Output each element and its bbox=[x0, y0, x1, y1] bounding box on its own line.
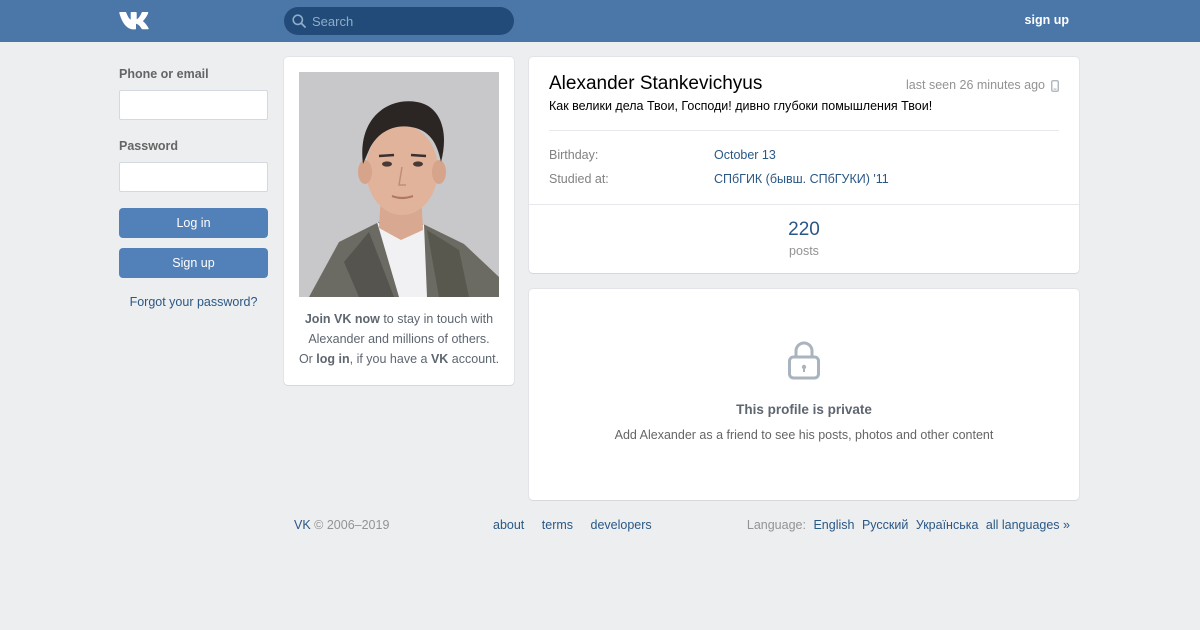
lock-icon bbox=[788, 341, 820, 380]
mobile-phone-icon bbox=[1051, 80, 1059, 92]
divider bbox=[529, 204, 1079, 205]
top-header: sign up bbox=[0, 0, 1200, 42]
birthday-value[interactable]: October 13 bbox=[714, 148, 776, 162]
if-text: , if you have a bbox=[349, 352, 431, 366]
search-box[interactable] bbox=[284, 7, 514, 35]
profile-name: Alexander Stankevichyus bbox=[549, 73, 763, 94]
copyright-text: © 2006–2019 bbox=[310, 518, 390, 532]
last-seen-text: last seen 26 minutes ago bbox=[906, 78, 1045, 92]
password-field[interactable] bbox=[119, 162, 268, 192]
language-label: Language: bbox=[746, 518, 806, 532]
account-text: account. bbox=[448, 352, 500, 366]
studied-label: Studied at: bbox=[549, 172, 609, 186]
copyright: VK © 2006–2019 bbox=[294, 518, 389, 532]
search-icon bbox=[292, 14, 306, 28]
birthday-label: Birthday: bbox=[549, 148, 599, 162]
lang-russian-link[interactable]: Русский bbox=[862, 518, 908, 532]
vk-inline-text: VK bbox=[430, 352, 449, 366]
join-prompt: Join VK now to stay in touch with Alexan… bbox=[294, 309, 504, 369]
footer-about-link[interactable]: about bbox=[493, 518, 524, 532]
password-label: Password bbox=[119, 139, 179, 153]
divider bbox=[549, 130, 1059, 131]
footer-vk-link[interactable]: VK bbox=[294, 518, 311, 532]
private-profile-card: This profile is private Add Alexander as… bbox=[529, 289, 1079, 500]
studied-value[interactable]: СПбГИК (бывш. СПбГУКИ) '11 bbox=[714, 172, 889, 186]
or-text: Or bbox=[298, 352, 317, 366]
footer-terms-link[interactable]: terms bbox=[542, 518, 573, 532]
lang-ukrainian-link[interactable]: Українська bbox=[916, 518, 979, 532]
lang-english-link[interactable]: English bbox=[813, 518, 854, 532]
login-button[interactable]: Log in bbox=[119, 208, 268, 238]
language-selector: Language: English Русский Українська all… bbox=[747, 518, 1070, 532]
forgot-password-link[interactable]: Forgot your password? bbox=[119, 295, 268, 309]
portrait-illustration bbox=[299, 72, 499, 297]
login-form: Phone or email Password Log in Sign up F… bbox=[119, 67, 268, 309]
login-inline-link[interactable]: log in bbox=[316, 352, 349, 366]
footer-developers-link[interactable]: developers bbox=[591, 518, 652, 532]
profile-status: Как велики дела Твои, Господи! дивно глу… bbox=[549, 99, 933, 113]
profile-info-card: Alexander Stankevichyus last seen 26 min… bbox=[529, 57, 1079, 273]
footer-links: about terms developers bbox=[493, 518, 666, 532]
private-title: This profile is private bbox=[736, 402, 872, 417]
header-signup-link[interactable]: sign up bbox=[1025, 13, 1069, 27]
profile-photo[interactable] bbox=[299, 72, 499, 297]
posts-label: posts bbox=[789, 244, 819, 258]
vk-logo-icon[interactable] bbox=[119, 10, 153, 31]
search-input[interactable] bbox=[312, 7, 508, 35]
signup-button[interactable]: Sign up bbox=[119, 248, 268, 278]
join-vk-link[interactable]: Join VK now bbox=[305, 312, 380, 326]
phone-label: Phone or email bbox=[119, 67, 209, 81]
phone-email-field[interactable] bbox=[119, 90, 268, 120]
posts-count[interactable]: 220 bbox=[529, 219, 1079, 241]
private-description: Add Alexander as a friend to see his pos… bbox=[614, 428, 994, 442]
profile-photo-card: Join VK now to stay in touch with Alexan… bbox=[284, 57, 514, 385]
lang-all-link[interactable]: all languages » bbox=[986, 518, 1070, 532]
